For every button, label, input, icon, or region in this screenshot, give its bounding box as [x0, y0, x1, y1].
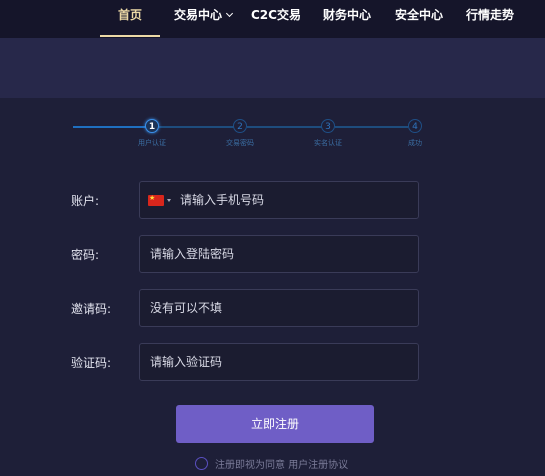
register-stepper: 1 2 3 4 用户认证 交易密码 实名认证 成功: [0, 98, 545, 158]
phone-placeholder: 请输入手机号码: [180, 193, 265, 207]
nav-item-finance[interactable]: 财务中心: [323, 0, 371, 36]
step-line: [335, 126, 408, 128]
account-label: 账户:: [71, 194, 100, 208]
step-line: [247, 126, 322, 128]
top-nav: 首页 交易中心 C2C交易 财务中心 安全中心 行情走势: [0, 0, 545, 38]
step-3-label: 实名认证: [314, 139, 342, 147]
step-4-circle: 4: [408, 119, 422, 133]
password-field[interactable]: 请输入登陆密码: [139, 235, 419, 273]
step-2-circle: 2: [233, 119, 247, 133]
password-label: 密码:: [71, 248, 100, 262]
invite-placeholder: 没有可以不填: [150, 301, 223, 315]
nav-item-market[interactable]: 行情走势: [466, 0, 514, 36]
chevron-down-icon: [225, 9, 234, 18]
nav-item-home[interactable]: 首页: [118, 0, 142, 36]
step-4-label: 成功: [408, 139, 422, 147]
nav-item-c2c[interactable]: C2C交易: [251, 0, 301, 36]
register-button[interactable]: 立即注册: [176, 405, 374, 443]
step-3-circle: 3: [321, 119, 335, 133]
agreement-text: 注册即视为同意 用户注册协议: [215, 456, 348, 471]
cn-flag-icon[interactable]: ★: [148, 194, 164, 206]
step-1-circle: 1: [145, 119, 159, 133]
nav-item-label: 交易中心: [174, 8, 223, 22]
password-placeholder: 请输入登陆密码: [150, 247, 235, 261]
nav-item-trade-center[interactable]: 交易中心: [174, 0, 234, 36]
caret-down-icon[interactable]: [167, 199, 171, 202]
captcha-field[interactable]: 请输入验证码: [139, 343, 419, 381]
captcha-label: 验证码:: [71, 356, 112, 370]
agreement-prefix: 注册即视为同意: [215, 460, 285, 471]
banner: [0, 38, 545, 98]
nav-item-security[interactable]: 安全中心: [395, 0, 443, 36]
agreement-radio[interactable]: [195, 457, 208, 470]
step-1-label: 用户认证: [138, 139, 166, 147]
phone-field[interactable]: ★ 请输入手机号码: [139, 181, 419, 219]
step-line: [159, 126, 234, 128]
invite-label: 邀请码:: [71, 302, 112, 316]
step-line-done: [73, 126, 146, 128]
captcha-placeholder: 请输入验证码: [150, 355, 223, 369]
step-2-label: 交易密码: [226, 139, 254, 147]
nav-active-underline: [100, 35, 160, 37]
invite-code-field[interactable]: 没有可以不填: [139, 289, 419, 327]
agreement-link[interactable]: 用户注册协议: [288, 460, 348, 471]
